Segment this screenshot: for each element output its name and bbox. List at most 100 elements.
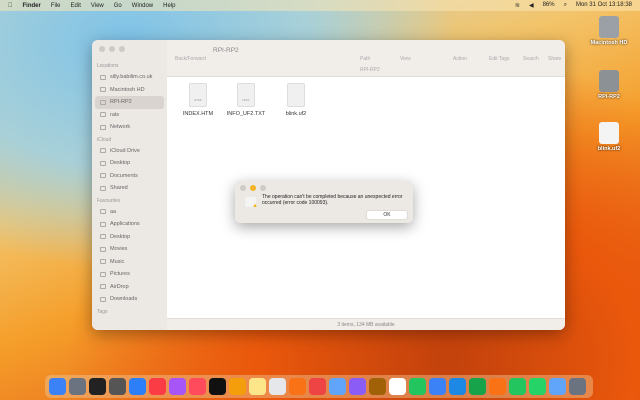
desktop-icon-rpi-rp2[interactable]: RPI-RP2 [586, 70, 632, 100]
menu-go[interactable]: Go [114, 3, 122, 9]
sidebar-item[interactable]: Downloads [95, 293, 164, 306]
disk-icon [599, 16, 619, 38]
sidebar-item-icon [100, 296, 106, 302]
clock[interactable]: Mon 31 Oct 13:18:38 [576, 2, 632, 9]
sidebar-item[interactable]: Documents [95, 170, 164, 183]
menu-file[interactable]: File [51, 3, 61, 9]
sidebar-item[interactable]: silly.babilim.co.uk [95, 71, 164, 84]
dock-app-icon[interactable] [509, 378, 526, 395]
file-item[interactable]: blink.uf2 [272, 83, 320, 117]
sidebar-item[interactable]: Pictures [95, 268, 164, 281]
menu-window[interactable]: Window [132, 3, 153, 9]
dock-app-icon[interactable] [349, 378, 366, 395]
sidebar-item[interactable]: Desktop [95, 231, 164, 244]
sidebar-item-icon [100, 185, 106, 191]
desktop-icon-blink-uf2[interactable]: blink.uf2 [586, 122, 632, 152]
dock-app-icon[interactable] [89, 378, 106, 395]
sidebar-item-icon [100, 234, 106, 240]
menu-view[interactable]: View [91, 3, 104, 9]
search-button[interactable]: Search [523, 56, 539, 62]
ok-button[interactable]: OK [367, 211, 407, 219]
action-button[interactable]: Action [453, 56, 467, 62]
menu-app[interactable]: Finder [23, 3, 41, 9]
menu-help[interactable]: Help [163, 3, 175, 9]
dock-app-icon[interactable] [289, 378, 306, 395]
sidebar-item-label: aa [110, 208, 117, 215]
close-button[interactable] [99, 46, 105, 52]
dock-app-icon[interactable] [189, 378, 206, 395]
dock-app-icon[interactable] [369, 378, 386, 395]
dock-app-icon[interactable] [489, 378, 506, 395]
sidebar: Locations silly.babilim.co.uk Macintosh HD… [92, 40, 167, 330]
desktop-icon-macintosh-hd[interactable]: Macintosh HD [586, 16, 632, 46]
sidebar-item-icon [100, 160, 106, 166]
dock-app-icon[interactable] [209, 378, 226, 395]
dock-app-icon[interactable] [309, 378, 326, 395]
dock-app-icon[interactable] [129, 378, 146, 395]
sidebar-item-label: Applications [110, 221, 140, 228]
dock-app-icon[interactable] [469, 378, 486, 395]
sidebar-section-header: Tags [97, 308, 108, 315]
sidebar-item[interactable]: Movies [95, 243, 164, 256]
zoom-button[interactable] [119, 46, 125, 52]
zoom-button[interactable] [260, 185, 266, 191]
sidebar-item[interactable]: Desktop [95, 157, 164, 170]
dock-app-icon[interactable] [409, 378, 426, 395]
document-icon [287, 83, 305, 107]
file-item[interactable]: HTML INDEX.HTM [174, 83, 222, 117]
document-icon: HTML [189, 83, 207, 107]
minimize-button[interactable] [109, 46, 115, 52]
sidebar-item-label: Music [110, 258, 125, 265]
dock-app-icon[interactable] [449, 378, 466, 395]
sidebar-section-header: Locations [97, 63, 119, 69]
dock-app-icon[interactable] [569, 378, 586, 395]
dock-app-icon[interactable] [149, 378, 166, 395]
status-bar: 3 items, 134 MB available [167, 318, 565, 330]
back-forward-button[interactable]: Back/Forward [175, 56, 206, 62]
disk-icon [599, 70, 619, 92]
search-icon[interactable]: ⌕ [564, 2, 567, 9]
battery-level[interactable]: 86% [543, 2, 555, 9]
share-button[interactable]: Share [548, 56, 561, 62]
dock-app-icon[interactable] [429, 378, 446, 395]
dock-app-icon[interactable] [329, 378, 346, 395]
sidebar-item[interactable]: Macintosh HD [95, 84, 164, 97]
view-button[interactable]: View [400, 56, 411, 62]
apple-icon[interactable]:  [8, 3, 13, 9]
window-title: RPI-RP2 [213, 47, 239, 54]
path-bar[interactable]: RPI-RP2 [360, 67, 380, 73]
sidebar-item-label: Shared [110, 185, 128, 192]
close-button[interactable] [240, 185, 246, 191]
volume-icon[interactable]: ◀ [529, 2, 534, 9]
dock-app-icon[interactable] [109, 378, 126, 395]
sidebar-item[interactable]: AirDrop [95, 281, 164, 294]
dock-app-icon[interactable] [69, 378, 86, 395]
path-button[interactable]: Path [360, 56, 370, 62]
sidebar-item[interactable]: rats [95, 109, 164, 122]
sidebar-item[interactable]: iCloud Drive [95, 145, 164, 158]
minimize-button[interactable] [250, 185, 256, 191]
sidebar-item[interactable]: Shared [95, 182, 164, 195]
dock-app-icon[interactable] [169, 378, 186, 395]
dock-app-icon[interactable] [229, 378, 246, 395]
dock-app-icon[interactable] [49, 378, 66, 395]
sidebar-item-label: iCloud Drive [110, 147, 140, 154]
sidebar-item[interactable]: Network [95, 121, 164, 134]
dock-app-icon[interactable] [549, 378, 566, 395]
sidebar-item[interactable]: Music [95, 256, 164, 269]
sidebar-item[interactable]: RPI-RP2 [95, 96, 164, 109]
menu-edit[interactable]: Edit [71, 3, 81, 9]
sidebar-item-label: Downloads [110, 296, 138, 303]
error-dialog: ▲ The operation can't be completed becau… [235, 181, 413, 223]
file-item[interactable]: TEXT INFO_UF2.TXT [222, 83, 270, 117]
wifi-icon[interactable]: ≋ [515, 2, 520, 9]
menu-bar:  Finder File Edit View Go Window Help ≋… [0, 0, 640, 11]
sidebar-item-label: Pictures [110, 271, 130, 278]
edit-tags-button[interactable]: Edit Tags [489, 56, 509, 62]
dock-app-icon[interactable] [529, 378, 546, 395]
dock-app-icon[interactable] [389, 378, 406, 395]
sidebar-item[interactable]: Applications [95, 218, 164, 231]
sidebar-item[interactable]: aa [95, 206, 164, 219]
dock-app-icon[interactable] [249, 378, 266, 395]
dock-app-icon[interactable] [269, 378, 286, 395]
